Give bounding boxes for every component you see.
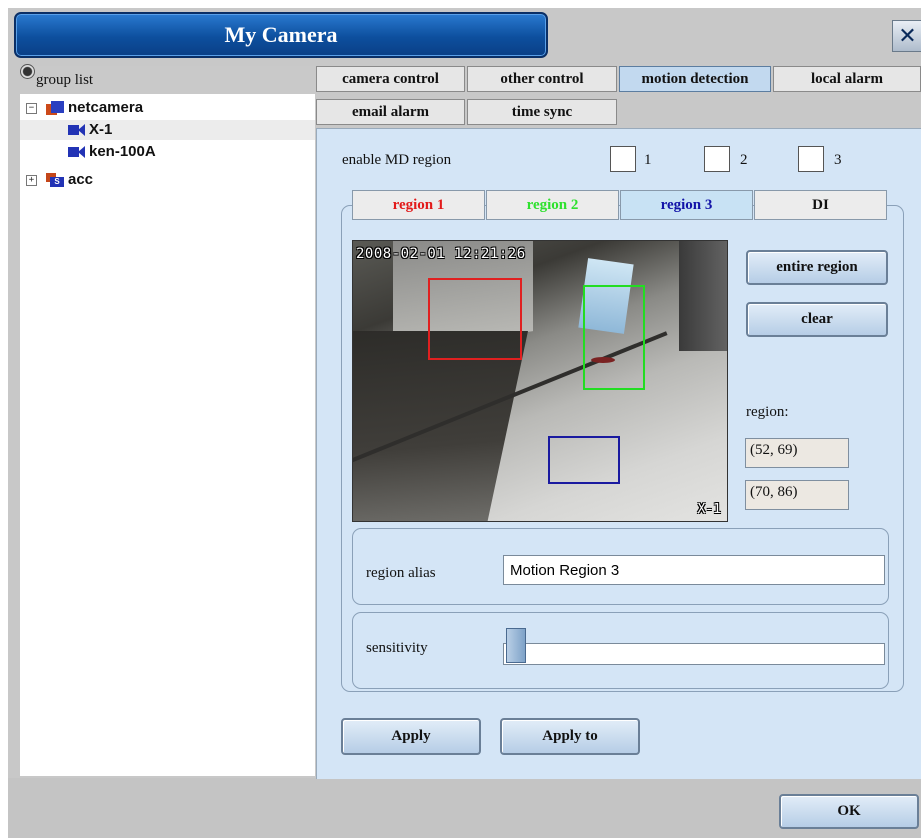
group-list-header: group list (20, 64, 315, 94)
tab-region-3-label: region 3 (660, 196, 713, 213)
tab-di-label: DI (812, 196, 829, 213)
enable-md-label: enable MD region (342, 152, 452, 168)
camera-preview[interactable]: 2008-02-01 12:21:26 X-1 (352, 240, 728, 522)
group-list-label: group list (36, 72, 94, 88)
tab-region-2[interactable]: region 2 (486, 190, 619, 220)
tree-node-acc[interactable]: + S acc (20, 170, 315, 190)
enable-region-2-checkbox[interactable] (704, 146, 730, 172)
acc-group-icon: S (46, 172, 64, 187)
radio-icon (20, 64, 35, 79)
close-button[interactable]: ✕ (892, 20, 921, 52)
sensitivity-label: sensitivity (366, 640, 428, 656)
md-region-3-box[interactable] (548, 436, 620, 484)
enable-region-1-checkbox[interactable] (610, 146, 636, 172)
tab-region-1[interactable]: region 1 (352, 190, 485, 220)
tab-local-alarm[interactable]: local alarm (773, 66, 921, 92)
region-start-coord: (52, 69) (745, 438, 849, 468)
enable-region-3-label: 3 (834, 152, 842, 168)
tree-node-label: acc (68, 171, 94, 188)
tree-node-label: X-1 (89, 121, 113, 138)
enable-region-2-label: 2 (740, 152, 748, 168)
tab-region-2-label: region 2 (526, 196, 579, 213)
region-alias-label: region alias (366, 565, 436, 581)
md-region-1-box[interactable] (428, 278, 522, 360)
enable-region-1-label: 1 (644, 152, 652, 168)
tree-node-label: ken-100A (89, 143, 156, 160)
preview-camera-label: X-1 (697, 502, 721, 517)
tree-node-ken-100a[interactable]: ken-100A (20, 142, 315, 162)
tab-di[interactable]: DI (754, 190, 887, 220)
tab-region-3[interactable]: region 3 (620, 190, 753, 220)
sensitivity-slider-track[interactable] (503, 643, 885, 665)
ok-button[interactable]: OK (779, 794, 919, 829)
window-title: My Camera (224, 22, 338, 47)
tab-motion-detection[interactable]: motion detection (619, 66, 771, 92)
region-end-coord: (70, 86) (745, 480, 849, 510)
preview-timestamp: 2008-02-01 12:21:26 (356, 246, 526, 262)
enable-region-3-checkbox[interactable] (798, 146, 824, 172)
camera-icon (68, 145, 86, 158)
camera-icon (68, 123, 86, 136)
close-icon: ✕ (898, 23, 917, 49)
tree-node-netcamera[interactable]: − netcamera (20, 98, 315, 118)
tree-node-label: netcamera (68, 99, 144, 116)
sensitivity-slider-thumb[interactable] (506, 628, 526, 663)
collapse-icon[interactable]: − (26, 103, 37, 114)
md-region-2-box[interactable] (583, 285, 645, 390)
apply-to-button[interactable]: Apply to (500, 718, 640, 755)
device-tree: − netcamera X-1 ken-100A + S acc (20, 94, 315, 776)
tab-other-control[interactable]: other control (467, 66, 617, 92)
group-folder-icon (46, 100, 64, 115)
tab-camera-control[interactable]: camera control (316, 66, 465, 92)
region-coords-label: region: (746, 404, 789, 420)
apply-button[interactable]: Apply (341, 718, 481, 755)
tab-time-sync[interactable]: time sync (467, 99, 617, 125)
tab-email-alarm[interactable]: email alarm (316, 99, 465, 125)
tree-node-x1[interactable]: X-1 (20, 120, 315, 140)
clear-button[interactable]: clear (746, 302, 888, 337)
window-title-bar[interactable]: My Camera (14, 12, 548, 58)
expand-icon[interactable]: + (26, 175, 37, 186)
tab-region-1-label: region 1 (392, 196, 445, 213)
region-alias-input[interactable] (503, 555, 885, 585)
entire-region-button[interactable]: entire region (746, 250, 888, 285)
